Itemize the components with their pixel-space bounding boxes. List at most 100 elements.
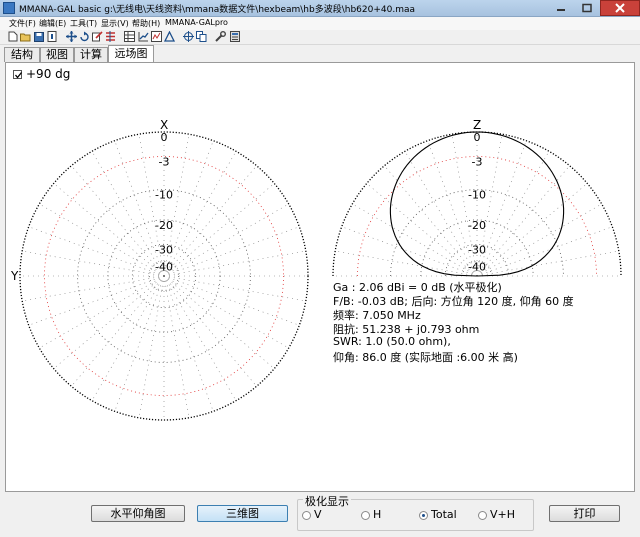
window-title: MMANA-GAL basic g:\无线电\天线资料\mmana数据文件\he…	[19, 5, 416, 15]
graph-button[interactable]	[138, 31, 149, 42]
azimuth-spoke	[163, 226, 300, 277]
menu-pro[interactable]: MMANA-GALpro	[165, 18, 228, 27]
azimuth-ring-label: -40	[155, 261, 173, 274]
open-file-button[interactable]	[20, 31, 31, 42]
edit-pencil-icon	[92, 31, 103, 42]
wire-list-button[interactable]	[105, 31, 116, 42]
elevation-ring-label: -30	[468, 243, 486, 256]
move-button[interactable]	[66, 31, 77, 42]
azimuth-spoke	[163, 250, 306, 277]
azimuth-ring-label: -20	[155, 219, 173, 232]
azimuth-spoke	[163, 275, 257, 387]
menu-view[interactable]: 显示(V)	[101, 18, 129, 29]
wire-list-icon	[106, 31, 115, 42]
azimuth-x-label: X	[160, 118, 168, 132]
elevation-spoke	[476, 250, 619, 277]
radio-v-plus-h-label: V+H	[490, 508, 516, 521]
info-button[interactable]	[46, 31, 57, 42]
table-icon	[124, 31, 135, 42]
azimuth-plot: X Y 0 -3 -10 -20 -30 -40	[10, 118, 309, 421]
title-bar: MMANA-GAL basic g:\无线电\天线资料\mmana数据文件\he…	[0, 0, 640, 17]
move-arrows-icon	[66, 31, 77, 42]
crosshair-icon	[183, 31, 194, 42]
close-icon	[615, 3, 625, 13]
azimuth-ring-label: -30	[155, 243, 173, 256]
target-button[interactable]	[183, 31, 194, 42]
elevation-ring-label: -20	[468, 219, 486, 232]
elevation-spoke	[476, 151, 550, 277]
copy-button[interactable]	[196, 31, 207, 42]
menu-bar: 文件(F) 编辑(E) 工具(T) 显示(V) 帮助(H) MMANA-GALp…	[0, 17, 640, 30]
optimize-button[interactable]	[151, 31, 162, 42]
app-icon	[3, 2, 15, 14]
azimuth-spoke	[91, 151, 165, 277]
menu-file[interactable]: 文件(F)	[9, 18, 36, 29]
elevation-grid-ring	[357, 156, 597, 277]
elevation-spoke	[476, 203, 602, 277]
calculator-button[interactable]	[229, 31, 240, 42]
save-button[interactable]	[33, 31, 44, 42]
print-button[interactable]: 打印	[549, 505, 620, 522]
azimuth-spoke	[28, 226, 165, 277]
menu-tools[interactable]: 工具(T)	[70, 18, 97, 29]
azimuth-spoke	[163, 165, 257, 277]
minimize-icon	[557, 9, 565, 11]
radio-v[interactable]	[302, 511, 311, 520]
3d-view-button[interactable]: 三维图	[197, 505, 288, 522]
elevation-spoke	[341, 226, 478, 277]
maximize-button[interactable]	[574, 0, 600, 16]
elevation-spoke	[352, 203, 478, 277]
azimuth-spoke	[163, 203, 289, 277]
azimuth-spoke	[22, 275, 165, 302]
minimize-button[interactable]	[548, 0, 574, 16]
azimuth-spoke	[28, 275, 165, 326]
azimuth-spoke	[163, 275, 306, 302]
azimuth-spoke	[163, 275, 289, 349]
rotate-button[interactable]	[79, 31, 90, 42]
edit-button[interactable]	[92, 31, 103, 42]
triangle-button[interactable]	[164, 31, 175, 42]
azimuth-spoke	[53, 275, 165, 369]
radio-h[interactable]	[361, 511, 370, 520]
elevation-readout: 仰角: 86.0 度 (实际地面 :6.00 米 高)	[333, 351, 518, 364]
azimuth-spoke	[163, 275, 190, 418]
horizontal-elevation-button[interactable]: 水平仰角图	[91, 505, 185, 522]
radio-v-plus-h[interactable]	[478, 511, 487, 520]
tools-button[interactable]	[215, 31, 226, 42]
azimuth-spoke	[71, 275, 165, 387]
tab-far-field[interactable]: 远场图	[108, 45, 154, 62]
tab-view[interactable]: 视图	[40, 47, 74, 62]
azimuth-spoke	[163, 183, 275, 277]
table-button[interactable]	[124, 31, 135, 42]
document-info-icon	[47, 31, 56, 42]
elevation-ring-label: 0	[474, 131, 481, 144]
tab-bar: 结构 视图 计算 远场图	[0, 45, 640, 62]
swr-readout: SWR: 1.0 (50.0 ohm),	[333, 335, 451, 348]
elevation-spoke	[335, 250, 478, 277]
elevation-spoke	[404, 151, 478, 277]
radio-total-label: Total	[431, 508, 457, 521]
elevation-z-label: Z	[473, 118, 481, 132]
elevation-spoke	[476, 226, 613, 277]
menu-help[interactable]: 帮助(H)	[132, 18, 160, 29]
tab-calculate[interactable]: 计算	[74, 47, 108, 62]
elevation-spoke	[366, 183, 478, 277]
calculator-icon	[229, 31, 240, 42]
radio-total[interactable]	[419, 511, 428, 520]
menu-edit[interactable]: 编辑(E)	[39, 18, 66, 29]
azimuth-spoke	[163, 275, 237, 401]
elevation-spoke	[476, 183, 588, 277]
new-file-button[interactable]	[7, 31, 18, 42]
elevation-ring-label: -3	[472, 155, 483, 168]
tab-structure[interactable]: 结构	[4, 47, 40, 62]
close-button[interactable]	[600, 0, 640, 16]
azimuth-spoke	[163, 275, 275, 369]
radio-v-label: V	[314, 508, 322, 521]
azimuth-spoke	[53, 183, 165, 277]
azimuth-spoke	[138, 275, 165, 418]
far-field-panel: +90 dg X Y 0 -3 -10 -20 -30 -40 Z 0 -3 -10 -20 -30 -4…	[5, 62, 635, 492]
save-icon	[33, 31, 44, 42]
azimuth-spoke	[163, 275, 214, 412]
elevation-ring-label: -10	[468, 189, 486, 202]
triangle-icon	[164, 31, 175, 42]
